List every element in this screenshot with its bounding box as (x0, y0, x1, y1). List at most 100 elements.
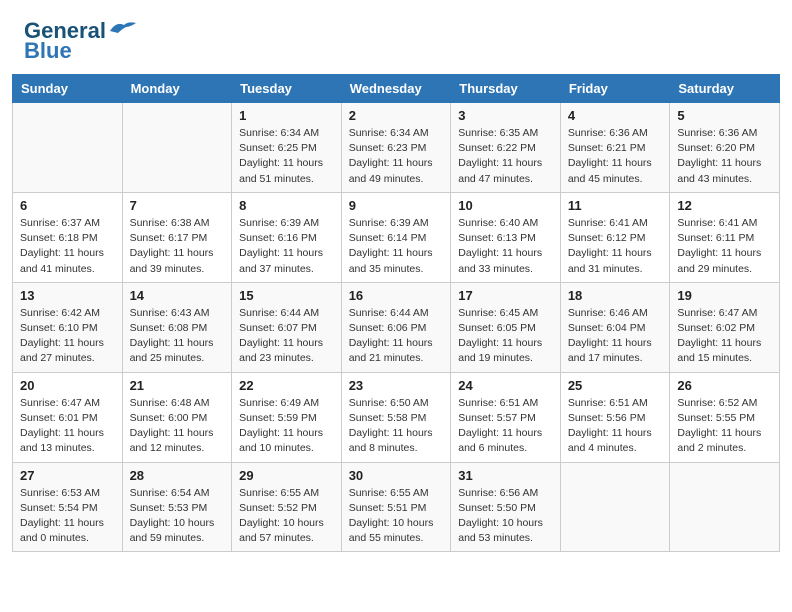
logo-blue-text: Blue (24, 38, 72, 64)
day-number: 11 (568, 198, 663, 213)
calendar-cell: 25 Sunrise: 6:51 AM Sunset: 5:56 PM Dayli… (560, 372, 670, 462)
weekday-header-tuesday: Tuesday (232, 75, 342, 103)
day-detail: Sunrise: 6:44 AM Sunset: 6:07 PM Dayligh… (239, 306, 334, 367)
day-number: 19 (677, 288, 772, 303)
day-number: 7 (130, 198, 225, 213)
day-detail: Sunrise: 6:55 AM Sunset: 5:52 PM Dayligh… (239, 486, 334, 547)
calendar-week-5: 27 Sunrise: 6:53 AM Sunset: 5:54 PM Dayli… (13, 462, 780, 552)
day-number: 2 (349, 108, 444, 123)
day-detail: Sunrise: 6:44 AM Sunset: 6:06 PM Dayligh… (349, 306, 444, 367)
day-number: 9 (349, 198, 444, 213)
calendar-cell (670, 462, 780, 552)
day-detail: Sunrise: 6:45 AM Sunset: 6:05 PM Dayligh… (458, 306, 553, 367)
day-detail: Sunrise: 6:52 AM Sunset: 5:55 PM Dayligh… (677, 396, 772, 457)
day-number: 27 (20, 468, 115, 483)
day-detail: Sunrise: 6:40 AM Sunset: 6:13 PM Dayligh… (458, 216, 553, 277)
calendar-week-4: 20 Sunrise: 6:47 AM Sunset: 6:01 PM Dayli… (13, 372, 780, 462)
calendar-table: SundayMondayTuesdayWednesdayThursdayFrid… (12, 74, 780, 552)
weekday-header-monday: Monday (122, 75, 232, 103)
calendar-cell: 17 Sunrise: 6:45 AM Sunset: 6:05 PM Dayli… (451, 282, 561, 372)
day-detail: Sunrise: 6:49 AM Sunset: 5:59 PM Dayligh… (239, 396, 334, 457)
weekday-header-saturday: Saturday (670, 75, 780, 103)
calendar-cell: 23 Sunrise: 6:50 AM Sunset: 5:58 PM Dayli… (341, 372, 451, 462)
day-detail: Sunrise: 6:37 AM Sunset: 6:18 PM Dayligh… (20, 216, 115, 277)
weekday-header-wednesday: Wednesday (341, 75, 451, 103)
weekday-header-thursday: Thursday (451, 75, 561, 103)
calendar-cell: 10Sunrise: 6:40 AM Sunset: 6:13 PM Dayli… (451, 192, 561, 282)
day-detail: Sunrise: 6:43 AM Sunset: 6:08 PM Dayligh… (130, 306, 225, 367)
day-detail: Sunrise: 6:46 AM Sunset: 6:04 PM Dayligh… (568, 306, 663, 367)
calendar-cell: 26 Sunrise: 6:52 AM Sunset: 5:55 PM Dayli… (670, 372, 780, 462)
day-detail: Sunrise: 6:51 AM Sunset: 5:57 PM Dayligh… (458, 396, 553, 457)
calendar-cell: 27 Sunrise: 6:53 AM Sunset: 5:54 PM Dayli… (13, 462, 123, 552)
day-detail: Sunrise: 6:41 AM Sunset: 6:12 PM Dayligh… (568, 216, 663, 277)
day-number: 26 (677, 378, 772, 393)
calendar-cell: 9 Sunrise: 6:39 AM Sunset: 6:14 PM Daylig… (341, 192, 451, 282)
day-detail: Sunrise: 6:50 AM Sunset: 5:58 PM Dayligh… (349, 396, 444, 457)
day-detail: Sunrise: 6:53 AM Sunset: 5:54 PM Dayligh… (20, 486, 115, 547)
day-detail: Sunrise: 6:35 AM Sunset: 6:22 PM Dayligh… (458, 126, 553, 187)
day-number: 1 (239, 108, 334, 123)
day-detail: Sunrise: 6:47 AM Sunset: 6:01 PM Dayligh… (20, 396, 115, 457)
day-number: 17 (458, 288, 553, 303)
calendar-cell: 16 Sunrise: 6:44 AM Sunset: 6:06 PM Dayli… (341, 282, 451, 372)
weekday-header-friday: Friday (560, 75, 670, 103)
day-number: 20 (20, 378, 115, 393)
calendar-cell: 14 Sunrise: 6:43 AM Sunset: 6:08 PM Dayli… (122, 282, 232, 372)
day-number: 29 (239, 468, 334, 483)
day-detail: Sunrise: 6:54 AM Sunset: 5:53 PM Dayligh… (130, 486, 225, 547)
day-number: 30 (349, 468, 444, 483)
weekday-header-row: SundayMondayTuesdayWednesdayThursdayFrid… (13, 75, 780, 103)
day-detail: Sunrise: 6:39 AM Sunset: 6:14 PM Dayligh… (349, 216, 444, 277)
calendar-cell: 11 Sunrise: 6:41 AM Sunset: 6:12 PM Dayli… (560, 192, 670, 282)
day-number: 6 (20, 198, 115, 213)
calendar-cell (560, 462, 670, 552)
calendar-cell: 29 Sunrise: 6:55 AM Sunset: 5:52 PM Dayli… (232, 462, 342, 552)
calendar-cell: 7 Sunrise: 6:38 AM Sunset: 6:17 PM Daylig… (122, 192, 232, 282)
day-number: 13 (20, 288, 115, 303)
day-number: 14 (130, 288, 225, 303)
day-detail: Sunrise: 6:47 AM Sunset: 6:02 PM Dayligh… (677, 306, 772, 367)
calendar-cell: 5Sunrise: 6:36 AM Sunset: 6:20 PM Daylig… (670, 103, 780, 193)
calendar-cell (13, 103, 123, 193)
calendar-week-3: 13 Sunrise: 6:42 AM Sunset: 6:10 PM Dayli… (13, 282, 780, 372)
day-detail: Sunrise: 6:55 AM Sunset: 5:51 PM Dayligh… (349, 486, 444, 547)
calendar-container: SundayMondayTuesdayWednesdayThursdayFrid… (0, 74, 792, 564)
day-detail: Sunrise: 6:38 AM Sunset: 6:17 PM Dayligh… (130, 216, 225, 277)
calendar-cell: 6 Sunrise: 6:37 AM Sunset: 6:18 PM Daylig… (13, 192, 123, 282)
calendar-week-1: 1 Sunrise: 6:34 AM Sunset: 6:25 PM Daylig… (13, 103, 780, 193)
logo: General Blue (24, 18, 138, 64)
calendar-cell: 2 Sunrise: 6:34 AM Sunset: 6:23 PM Daylig… (341, 103, 451, 193)
day-number: 25 (568, 378, 663, 393)
logo-bird-icon (108, 19, 138, 39)
calendar-cell: 12 Sunrise: 6:41 AM Sunset: 6:11 PM Dayli… (670, 192, 780, 282)
calendar-cell: 18Sunrise: 6:46 AM Sunset: 6:04 PM Dayli… (560, 282, 670, 372)
day-number: 16 (349, 288, 444, 303)
day-number: 12 (677, 198, 772, 213)
calendar-cell: 1 Sunrise: 6:34 AM Sunset: 6:25 PM Daylig… (232, 103, 342, 193)
day-number: 24 (458, 378, 553, 393)
calendar-cell (122, 103, 232, 193)
calendar-cell: 19 Sunrise: 6:47 AM Sunset: 6:02 PM Dayli… (670, 282, 780, 372)
day-detail: Sunrise: 6:34 AM Sunset: 6:25 PM Dayligh… (239, 126, 334, 187)
day-detail: Sunrise: 6:56 AM Sunset: 5:50 PM Dayligh… (458, 486, 553, 547)
day-number: 31 (458, 468, 553, 483)
day-number: 28 (130, 468, 225, 483)
calendar-cell: 4Sunrise: 6:36 AM Sunset: 6:21 PM Daylig… (560, 103, 670, 193)
day-number: 22 (239, 378, 334, 393)
day-detail: Sunrise: 6:41 AM Sunset: 6:11 PM Dayligh… (677, 216, 772, 277)
day-detail: Sunrise: 6:39 AM Sunset: 6:16 PM Dayligh… (239, 216, 334, 277)
day-number: 23 (349, 378, 444, 393)
day-number: 8 (239, 198, 334, 213)
day-detail: Sunrise: 6:51 AM Sunset: 5:56 PM Dayligh… (568, 396, 663, 457)
calendar-cell: 8 Sunrise: 6:39 AM Sunset: 6:16 PM Daylig… (232, 192, 342, 282)
day-detail: Sunrise: 6:48 AM Sunset: 6:00 PM Dayligh… (130, 396, 225, 457)
calendar-cell: 22 Sunrise: 6:49 AM Sunset: 5:59 PM Dayli… (232, 372, 342, 462)
calendar-cell: 30 Sunrise: 6:55 AM Sunset: 5:51 PM Dayli… (341, 462, 451, 552)
day-detail: Sunrise: 6:42 AM Sunset: 6:10 PM Dayligh… (20, 306, 115, 367)
day-number: 5 (677, 108, 772, 123)
day-detail: Sunrise: 6:34 AM Sunset: 6:23 PM Dayligh… (349, 126, 444, 187)
calendar-cell: 15 Sunrise: 6:44 AM Sunset: 6:07 PM Dayli… (232, 282, 342, 372)
day-number: 15 (239, 288, 334, 303)
day-number: 3 (458, 108, 553, 123)
